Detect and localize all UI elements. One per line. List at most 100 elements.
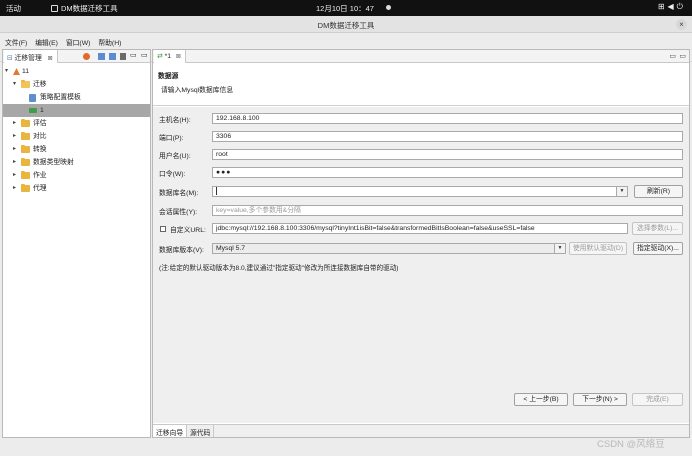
expand-arrow-icon[interactable]: ▸ xyxy=(13,143,16,156)
wizard-page-description: 请输入Mysql数据库信息 xyxy=(161,87,234,94)
tree-node-compare[interactable]: ▸ 对比 xyxy=(3,130,150,143)
text-cursor xyxy=(216,187,217,195)
app-name: DM数据迁移工具 xyxy=(61,4,118,13)
menu-window[interactable]: 窗口(W) xyxy=(61,34,91,47)
tree-node-assess[interactable]: ▸ 评估 xyxy=(3,117,150,130)
tree-node-type-mapping[interactable]: ▸ 数据类型映射 xyxy=(3,156,150,169)
tree-node-migration-1[interactable]: 1 xyxy=(3,104,150,117)
power-icon: ⏻ xyxy=(676,2,686,11)
view-icon: ⊟ xyxy=(7,55,13,62)
view-tab-bar: ⊟ 迁移管理 ⊠ ▭ ▭ xyxy=(3,50,150,63)
editor-tab-bar: ⇄ *1 ⊠ ▭ ▭ xyxy=(153,50,689,63)
tree-node-label: 1 xyxy=(40,107,44,114)
migration-manager-view: ⊟ 迁移管理 ⊠ ▭ ▭ ▾ 11 ▾ 迁移 策略配置模板 1 ▸ 评估 ▸ 对… xyxy=(2,49,151,438)
chevron-down-icon[interactable]: ▼ xyxy=(616,187,627,196)
close-icon[interactable]: ⊠ xyxy=(48,56,53,62)
specify-driver-button[interactable]: 指定驱动(X)... xyxy=(633,242,683,255)
finish-button[interactable]: 完成(E) xyxy=(632,393,683,406)
custom-url-checkbox[interactable] xyxy=(160,226,166,232)
view-menu-icon[interactable] xyxy=(120,53,126,60)
menu-help[interactable]: 帮助(H) xyxy=(93,34,121,47)
folder-icon xyxy=(21,171,30,179)
db-version-select[interactable]: Mysql 5.7 ▼ xyxy=(212,243,566,254)
clock[interactable]: 12月10日 10：47 xyxy=(316,3,374,14)
minimize-icon[interactable]: ▭ xyxy=(130,51,137,59)
back-button[interactable]: < 上一步(B) xyxy=(514,393,568,406)
menu-file[interactable]: 文件(F) xyxy=(0,34,27,47)
volume-icon: ◀ xyxy=(667,2,677,11)
select-params-button[interactable]: 选择参数(L)... xyxy=(632,222,683,235)
tree-node-template[interactable]: 策略配置模板 xyxy=(3,91,150,104)
close-icon[interactable]: ⊠ xyxy=(176,54,181,60)
next-button[interactable]: 下一步(N) > xyxy=(573,393,627,406)
tree-node-agent[interactable]: ▸ 代理 xyxy=(3,182,150,195)
host-input[interactable]: 192.168.8.100 xyxy=(212,113,683,124)
tree-node-convert[interactable]: ▸ 转换 xyxy=(3,143,150,156)
expand-arrow-icon[interactable]: ▸ xyxy=(13,156,16,169)
folder-icon xyxy=(21,119,30,127)
tree-node-label: 对比 xyxy=(33,133,47,140)
expand-arrow-icon[interactable]: ▾ xyxy=(13,78,16,91)
tree-node-migration[interactable]: ▾ 迁移 xyxy=(3,78,150,91)
minimize-icon[interactable]: ▭ xyxy=(669,52,676,60)
import-icon[interactable] xyxy=(98,53,105,60)
tree-node-jobs[interactable]: ▸ 作业 xyxy=(3,169,150,182)
expand-arrow-icon[interactable]: ▸ xyxy=(13,182,16,195)
tab-migration-wizard[interactable]: 迁移向导 xyxy=(153,425,188,437)
tree-node-project[interactable]: ▾ 11 xyxy=(3,65,150,78)
template-icon xyxy=(29,94,36,102)
app-window: DM数据迁移工具 × 文件(F) 编辑(E) 窗口(W) 帮助(H) ⊟ 迁移管… xyxy=(0,16,692,456)
custom-url-label: 自定义URL: xyxy=(170,227,206,234)
expand-arrow-icon[interactable]: ▾ xyxy=(5,65,8,78)
tab-migration-1[interactable]: ⇄ *1 ⊠ xyxy=(154,50,186,63)
new-project-icon[interactable] xyxy=(83,53,90,60)
project-icon xyxy=(13,68,20,75)
use-default-driver-button[interactable]: 使用默认驱动(D) xyxy=(569,242,627,255)
expand-arrow-icon[interactable]: ▸ xyxy=(13,130,16,143)
system-status-icons[interactable]: ⊞◀⏻ xyxy=(658,2,686,12)
app-menu[interactable]: DM数据迁移工具 xyxy=(51,3,118,14)
window-close-button[interactable]: × xyxy=(676,19,687,30)
activities-button[interactable]: 活动 xyxy=(6,3,21,14)
folder-icon xyxy=(21,145,30,153)
tab-migration-manager[interactable]: ⊟ 迁移管理 ⊠ xyxy=(4,50,58,63)
database-name-label: 数据库名(M): xyxy=(159,190,199,197)
username-label: 用户名(U): xyxy=(159,153,191,160)
custom-url-input[interactable]: jdbc:mysql://192.168.8.100:3306/mysql?ti… xyxy=(212,223,628,234)
expand-arrow-icon[interactable]: ▸ xyxy=(13,169,16,182)
wizard-page-title: 数据源 xyxy=(158,73,179,80)
datasource-form: 主机名(H): 192.168.8.100 端口(P): 3306 用户名(U)… xyxy=(153,107,689,423)
expand-arrow-icon[interactable]: ▸ xyxy=(13,117,16,130)
window-titlebar: DM数据迁移工具 × xyxy=(0,16,692,33)
folder-icon xyxy=(21,184,30,192)
tree-node-label: 转换 xyxy=(33,146,47,153)
network-icon: ⊞ xyxy=(657,2,668,11)
tree-node-label: 11 xyxy=(22,68,30,75)
password-input[interactable]: ●●● xyxy=(212,167,683,178)
maximize-icon[interactable]: ▭ xyxy=(679,52,686,60)
port-input[interactable]: 3306 xyxy=(212,131,683,142)
menu-edit[interactable]: 编辑(E) xyxy=(30,34,58,47)
driver-note: (注:给定的默认驱动版本为8.0,建议通过"指定驱动"修改为所连接数据库自带的驱… xyxy=(159,265,399,272)
username-input[interactable]: root xyxy=(212,149,683,160)
db-version-value: Mysql 5.7 xyxy=(216,245,246,252)
wizard-header: 数据源 请输入Mysql数据库信息 xyxy=(153,64,689,106)
refresh-button[interactable]: 刷新(R) xyxy=(634,185,683,198)
tree-node-label: 代理 xyxy=(33,185,47,192)
menu-bar: 文件(F) 编辑(E) 窗口(W) 帮助(H) xyxy=(0,34,692,47)
export-icon[interactable] xyxy=(109,53,116,60)
folder-open-icon xyxy=(21,80,30,88)
database-name-combo[interactable]: ▼ xyxy=(212,186,628,197)
tab-source-code[interactable]: 源代码 xyxy=(187,425,215,437)
app-icon xyxy=(51,5,58,12)
session-properties-input[interactable]: key=value,多个参数用&分隔 xyxy=(212,205,683,216)
db-version-label: 数据库版本(V): xyxy=(159,247,204,254)
editor-tab-icon: ⇄ xyxy=(157,53,163,60)
maximize-icon[interactable]: ▭ xyxy=(141,51,148,59)
migration-wizard-editor: ⇄ *1 ⊠ ▭ ▭ 数据源 请输入Mysql数据库信息 主机名(H): 192… xyxy=(152,49,690,438)
notification-dot-icon xyxy=(386,5,391,10)
password-label: 口令(W): xyxy=(159,171,186,178)
tab-label: *1 xyxy=(164,53,172,60)
tab-label: 迁移管理 xyxy=(14,55,42,62)
chevron-down-icon[interactable]: ▼ xyxy=(554,244,565,253)
